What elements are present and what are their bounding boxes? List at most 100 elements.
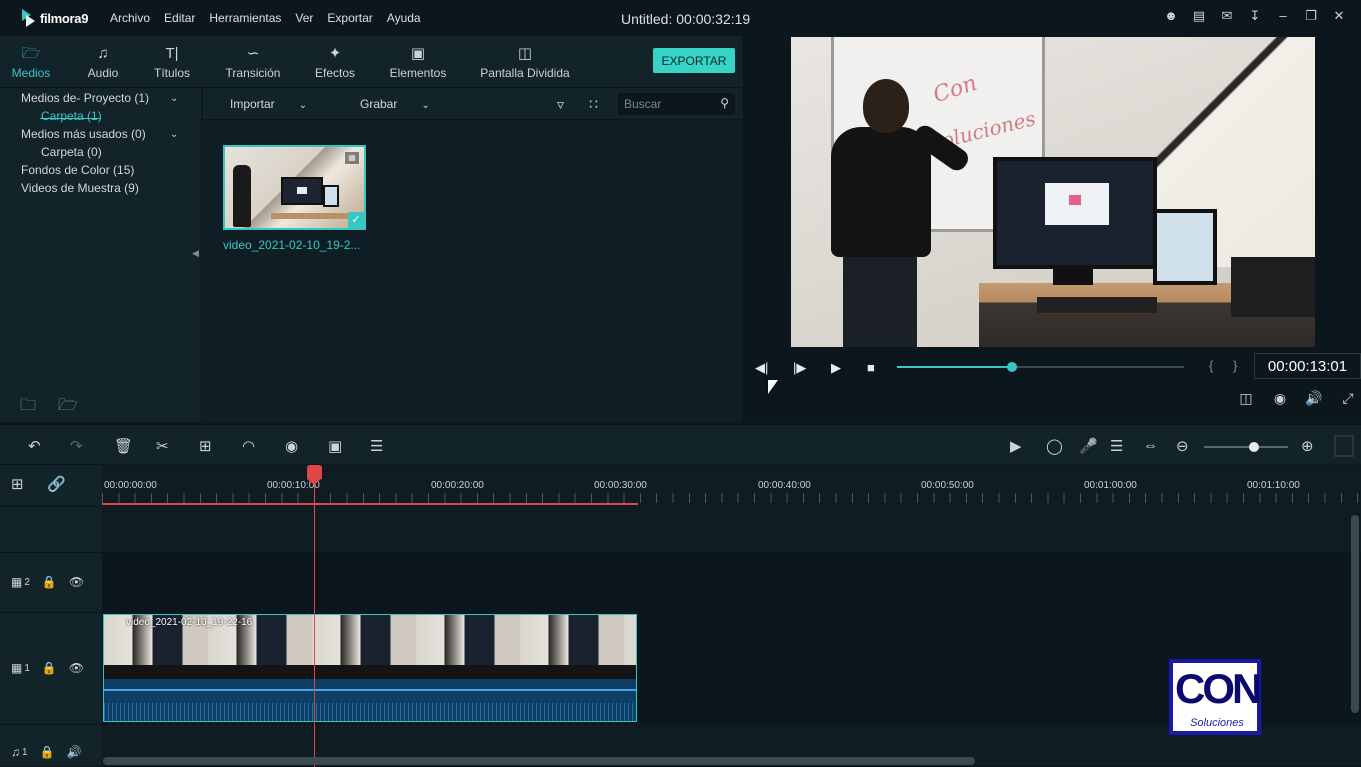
filter-icon[interactable]: ▿ <box>557 96 564 113</box>
delete-folder-icon[interactable]: 🗁 <box>58 394 96 421</box>
lock-icon[interactable]: 🔒 <box>40 745 55 759</box>
restore-icon[interactable]: ❐ <box>1297 8 1325 24</box>
playhead-line <box>314 473 315 767</box>
menu-herramientas[interactable]: Herramientas <box>209 11 281 25</box>
speed-icon[interactable]: ◠ <box>242 437 255 455</box>
mail-icon[interactable]: ✉ <box>1213 8 1241 24</box>
delete-icon[interactable]: 🗑 <box>114 437 133 455</box>
eye-icon[interactable]: 👁 <box>69 661 84 675</box>
new-folder-icon[interactable]: 🗀 <box>20 394 58 421</box>
chevron-down-icon[interactable]: ⌄ <box>170 129 178 140</box>
tab-efectos[interactable]: ✦ Efectos <box>308 36 362 88</box>
search-icon[interactable]: ⚲ <box>720 96 729 110</box>
close-icon[interactable]: ✕ <box>1325 8 1353 24</box>
green-screen-icon[interactable]: ▣ <box>328 437 342 455</box>
download-icon[interactable]: ↧ <box>1241 8 1269 24</box>
next-frame-icon[interactable]: |▶ <box>793 360 806 376</box>
collapse-sidebar-icon[interactable]: ◀ <box>192 248 199 259</box>
track-empty[interactable] <box>102 507 1361 553</box>
zoom-handle[interactable] <box>1249 442 1260 452</box>
marker-icon[interactable]: ◯ <box>1046 437 1063 455</box>
track-video-2[interactable] <box>102 553 1361 613</box>
tab-elementos[interactable]: ▣ Elementos <box>384 36 452 88</box>
export-button[interactable]: EXPORTAR <box>653 48 735 73</box>
play-icon[interactable]: ▶ <box>831 360 841 376</box>
cut-icon[interactable]: ✂ <box>156 437 169 455</box>
stop-icon[interactable]: ■ <box>867 360 875 375</box>
zoom-in-icon[interactable]: ⊕ <box>1301 437 1314 455</box>
vertical-scrollbar[interactable] <box>1351 515 1359 713</box>
layout-toggle[interactable] <box>1334 435 1354 457</box>
import-dropdown[interactable]: Importar ⌄ <box>230 97 307 111</box>
track-number: 1 <box>22 746 28 758</box>
grid-view-icon[interactable]: ∷ <box>589 96 598 113</box>
tab-pantalla-dividida[interactable]: ◫ Pantalla Dividida <box>476 36 574 88</box>
media-library: Importar ⌄ Grabar ⌄ ▿ ∷ ⚲ ▦ ✓ video_2021-0… <box>203 88 742 422</box>
snapshot-icon[interactable]: ◉ <box>1263 390 1297 407</box>
fullscreen-icon[interactable]: ⤢ <box>1331 390 1361 407</box>
sidebar-item-medios-proyecto[interactable]: Medios de- Proyecto (1) <box>21 91 149 105</box>
mixer-icon[interactable]: ☰ <box>1110 437 1123 455</box>
menu-ver[interactable]: Ver <box>295 11 313 25</box>
sidebar-item-carpeta-1[interactable]: Carpeta (1) <box>41 109 102 123</box>
tab-medios[interactable]: 🗁 Medios <box>8 36 54 88</box>
progress-handle[interactable] <box>1006 362 1017 372</box>
playhead-handle[interactable] <box>307 465 322 485</box>
sidebar-item-fondos-color[interactable]: Fondos de Color (15) <box>21 163 134 177</box>
folder-actions: 🗀 🗁 <box>20 394 96 421</box>
chevron-down-icon[interactable]: ⌄ <box>170 93 178 104</box>
preview-progress-bar[interactable] <box>897 362 1184 372</box>
link-icon[interactable]: 🔗 <box>47 475 66 493</box>
video-clip[interactable]: video_2021-02-10_19-22-16 <box>103 614 637 722</box>
color-icon[interactable]: ◉ <box>285 437 298 455</box>
microphone-icon[interactable]: 🎤 <box>1079 437 1098 455</box>
crop-icon[interactable]: ⊞ <box>199 437 212 455</box>
ruler-label: 00:00:50:00 <box>921 480 974 491</box>
user-icon[interactable]: ☻ <box>1157 8 1185 24</box>
fit-timeline-icon[interactable]: ⇔ <box>1143 437 1158 454</box>
render-icon[interactable]: ▶ <box>1010 437 1022 455</box>
project-length-bar <box>102 503 638 505</box>
menu-editar[interactable]: Editar <box>164 11 195 25</box>
media-thumbnail[interactable]: ▦ ✓ <box>223 145 366 230</box>
menu-ayuda[interactable]: Ayuda <box>387 11 421 25</box>
person-head <box>863 79 909 133</box>
text-icon: T| <box>165 45 179 62</box>
undo-icon[interactable]: ↶ <box>28 437 41 455</box>
sidebar-item-videos-muestra[interactable]: Videos de Muestra (9) <box>21 181 139 195</box>
record-dropdown[interactable]: Grabar ⌄ <box>360 97 430 111</box>
music-note-icon: ♫ <box>11 745 20 759</box>
sidebar-item-carpeta-0[interactable]: Carpeta (0) <box>41 145 102 159</box>
minimize-icon[interactable]: – <box>1269 8 1297 24</box>
menu-archivo[interactable]: Archivo <box>110 11 150 25</box>
horizontal-scrollbar[interactable] <box>103 757 975 765</box>
sidebar-item-medios-mas-usados[interactable]: Medios más usados (0) <box>21 127 146 141</box>
redo-icon[interactable]: ↷ <box>70 437 83 455</box>
tab-titulos[interactable]: T| Títulos <box>148 36 196 88</box>
tab-audio[interactable]: ♫ Audio <box>80 36 126 88</box>
clip-audio-line <box>104 689 636 691</box>
adjust-icon[interactable]: ☰ <box>370 437 383 455</box>
tab-transicion[interactable]: ∽ Transición <box>220 36 286 88</box>
search-input[interactable] <box>624 96 714 112</box>
track-controls: ▦ 2 🔒 👁 <box>11 575 96 589</box>
zoom-out-icon[interactable]: ⊖ <box>1176 437 1189 455</box>
project-duration: 00:00:32:19 <box>676 11 751 27</box>
lock-icon[interactable]: 🔒 <box>42 575 57 589</box>
person-body <box>831 127 931 257</box>
save-icon[interactable]: ▤ <box>1185 8 1213 24</box>
record-label: Grabar <box>360 97 398 111</box>
add-track-icon[interactable]: ⊞ <box>11 475 24 493</box>
timeline-ruler[interactable]: 00:00:00:00 00:00:10:00 00:00:20:00 00:0… <box>102 465 1361 507</box>
media-item-label[interactable]: video_2021-02-10_19-2... <box>223 238 373 252</box>
eye-icon[interactable]: 👁 <box>69 575 84 589</box>
lock-icon[interactable]: 🔒 <box>42 661 57 675</box>
zoom-slider[interactable] <box>1204 442 1288 452</box>
volume-icon[interactable]: 🔊 <box>1297 390 1331 407</box>
menu-exportar[interactable]: Exportar <box>327 11 372 25</box>
preview-panel: Con Soluciones ◀| |▶ ▶ ■ { } 00:00:13:01… <box>743 36 1361 422</box>
render-preview-icon[interactable]: ◫ <box>1229 390 1263 407</box>
volume-icon[interactable]: 🔊 <box>67 745 82 759</box>
previous-frame-icon[interactable]: ◀| <box>755 360 768 376</box>
mark-in-out-icon[interactable]: { } <box>1209 358 1245 373</box>
